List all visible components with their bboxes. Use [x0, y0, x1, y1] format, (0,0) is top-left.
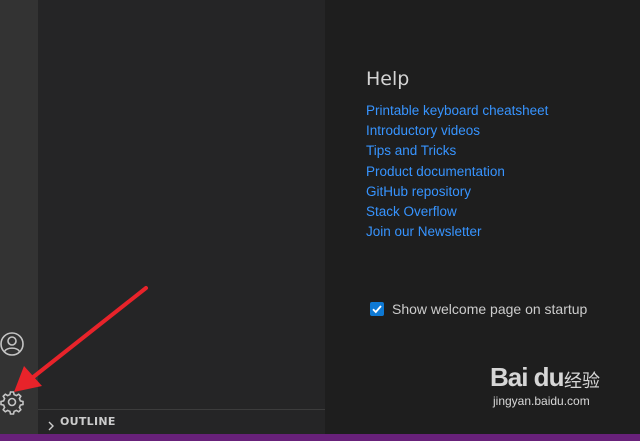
activity-bar — [0, 0, 38, 434]
help-heading: Help — [366, 68, 410, 90]
link-stack-overflow[interactable]: Stack Overflow — [366, 204, 457, 219]
watermark-logo: Bai du — [490, 362, 564, 392]
link-join-newsletter[interactable]: Join our Newsletter — [366, 224, 482, 239]
sidebar: OUTLINE — [38, 0, 325, 434]
help-links-list: Printable keyboard cheatsheet Introducto… — [366, 101, 548, 242]
welcome-page: Help Printable keyboard cheatsheet Intro… — [325, 0, 640, 434]
outline-label: OUTLINE — [60, 415, 116, 428]
startup-option: Show welcome page on startup — [370, 300, 587, 318]
gear-icon[interactable] — [0, 389, 24, 415]
link-keyboard-cheatsheet[interactable]: Printable keyboard cheatsheet — [366, 103, 548, 118]
account-icon[interactable] — [0, 331, 24, 356]
status-bar — [0, 434, 640, 441]
chevron-right-icon — [46, 416, 56, 431]
link-github-repository[interactable]: GitHub repository — [366, 184, 471, 199]
link-tips-and-tricks[interactable]: Tips and Tricks — [366, 143, 456, 158]
link-introductory-videos[interactable]: Introductory videos — [366, 123, 480, 138]
link-product-documentation[interactable]: Product documentation — [366, 164, 505, 179]
baidu-jingyan-watermark: Bai du 经验 jingyan.baidu.com — [490, 362, 610, 414]
show-welcome-label[interactable]: Show welcome page on startup — [392, 301, 587, 317]
show-welcome-checkbox[interactable] — [370, 302, 384, 316]
watermark-cn-text: 经验 — [564, 371, 600, 392]
watermark-url: jingyan.baidu.com — [493, 394, 590, 408]
outline-section-header[interactable]: OUTLINE — [38, 409, 325, 434]
